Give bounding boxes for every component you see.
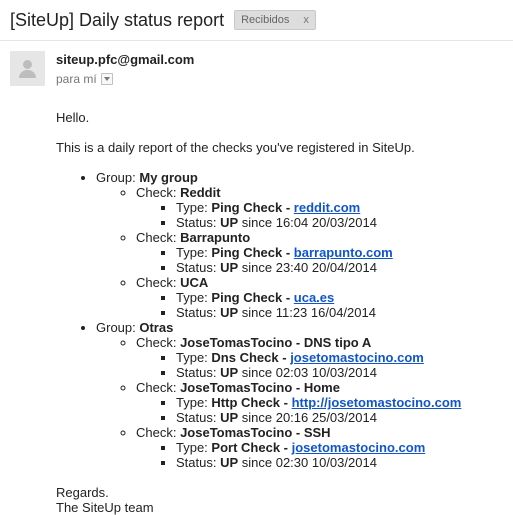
- check-name: Barrapunto: [180, 230, 251, 245]
- check-status: UP: [220, 260, 239, 275]
- check-item: Check: Barrapunto Type: Ping Check - bar…: [136, 230, 506, 275]
- recipient-text: para mí: [56, 72, 97, 86]
- recipient-row: para mí: [56, 72, 113, 86]
- check-type-line: Type: Ping Check - barrapunto.com: [176, 245, 506, 260]
- signature-text: The SiteUp team: [56, 500, 154, 515]
- check-since: 02:30 10/03/2014: [275, 455, 377, 470]
- check-status-line: Status: UP since 23:40 20/04/2014: [176, 260, 506, 275]
- check-item: Check: JoseTomasTocino - SSH Type: Port …: [136, 425, 506, 470]
- check-name: UCA: [180, 275, 209, 290]
- check-details: Type: Dns Check - josetomastocino.com St…: [136, 350, 506, 380]
- email-subject: [SiteUp] Daily status report: [10, 9, 225, 30]
- check-status-line: Status: UP since 20:16 25/03/2014: [176, 410, 506, 425]
- regards-text: Regards.: [56, 485, 109, 500]
- check-since: 23:40 20/04/2014: [275, 260, 377, 275]
- check-status-line: Status: UP since 16:04 20/03/2014: [176, 215, 506, 230]
- check-type-line: Type: Http Check - http://josetomastocin…: [176, 395, 506, 410]
- check-status: UP: [220, 365, 239, 380]
- avatar-person-icon: [23, 60, 32, 69]
- check-list: Check: Reddit Type: Ping Check - reddit.…: [96, 185, 506, 320]
- check-target-link[interactable]: barrapunto.com: [294, 245, 393, 260]
- remove-label-button[interactable]: x: [303, 14, 309, 26]
- check-target-link[interactable]: reddit.com: [294, 200, 360, 215]
- check-status-line: Status: UP since 02:30 10/03/2014: [176, 455, 506, 470]
- check-type: Dns Check: [211, 350, 279, 365]
- group-item: Group: My group Check: Reddit Type: Ping…: [96, 170, 506, 320]
- check-since: 11:23 16/04/2014: [275, 305, 376, 320]
- intro-text: This is a daily report of the checks you…: [56, 140, 415, 155]
- check-type: Ping Check: [211, 200, 283, 215]
- check-since: 16:04 20/03/2014: [275, 215, 377, 230]
- check-target-link[interactable]: josetomastocino.com: [292, 440, 426, 455]
- check-type-line: Type: Port Check - josetomastocino.com: [176, 440, 506, 455]
- group-name: My group: [139, 170, 198, 185]
- check-type-line: Type: Ping Check - uca.es: [176, 290, 506, 305]
- check-item: Check: Reddit Type: Ping Check - reddit.…: [136, 185, 506, 230]
- check-status-line: Status: UP since 02:03 10/03/2014: [176, 365, 506, 380]
- check-type: Port Check: [211, 440, 281, 455]
- check-target-link[interactable]: http://josetomastocino.com: [292, 395, 462, 410]
- check-target-link[interactable]: uca.es: [294, 290, 334, 305]
- sender-avatar[interactable]: [10, 51, 45, 86]
- email-header: [SiteUp] Daily status report Recibidos x: [10, 7, 316, 33]
- check-item: Check: JoseTomasTocino - DNS tipo A Type…: [136, 335, 506, 380]
- check-type: Ping Check: [211, 290, 283, 305]
- check-details: Type: Port Check - josetomastocino.com S…: [136, 440, 506, 470]
- check-status-line: Status: UP since 11:23 16/04/2014: [176, 305, 506, 320]
- group-name: Otras: [139, 320, 174, 335]
- check-target-link[interactable]: josetomastocino.com: [290, 350, 424, 365]
- chevron-down-icon: [103, 77, 110, 81]
- check-name: JoseTomasTocino - DNS tipo A: [180, 335, 372, 350]
- show-details-button[interactable]: [100, 73, 113, 85]
- check-item: Check: UCA Type: Ping Check - uca.es Sta…: [136, 275, 506, 320]
- check-name: Reddit: [180, 185, 221, 200]
- check-type-line: Type: Ping Check - reddit.com: [176, 200, 506, 215]
- check-list: Check: JoseTomasTocino - DNS tipo A Type…: [96, 335, 506, 470]
- check-status: UP: [220, 215, 239, 230]
- check-details: Type: Ping Check - uca.es Status: UP sin…: [136, 290, 506, 320]
- group-item: Group: Otras Check: JoseTomasTocino - DN…: [96, 320, 506, 470]
- check-status: UP: [220, 410, 239, 425]
- check-status: UP: [220, 455, 239, 470]
- check-details: Type: Ping Check - barrapunto.com Status…: [136, 245, 506, 275]
- check-since: 20:16 25/03/2014: [275, 410, 377, 425]
- email-body: Hello. This is a daily report of the che…: [56, 110, 506, 515]
- sender-address[interactable]: siteup.pfc@gmail.com: [56, 52, 194, 67]
- check-type: Ping Check: [211, 245, 283, 260]
- check-details: Type: Http Check - http://josetomastocin…: [136, 395, 506, 425]
- inbox-label-text: Recibidos: [241, 14, 290, 26]
- check-since: 02:03 10/03/2014: [275, 365, 377, 380]
- check-type: Http Check: [211, 395, 281, 410]
- check-name: JoseTomasTocino - SSH: [180, 425, 331, 440]
- group-list: Group: My group Check: Reddit Type: Ping…: [56, 170, 506, 470]
- inbox-label-chip[interactable]: Recibidos x: [234, 10, 316, 30]
- greeting: Hello.: [56, 110, 90, 125]
- check-details: Type: Ping Check - reddit.com Status: UP…: [136, 200, 506, 230]
- check-status: UP: [220, 305, 239, 320]
- check-item: Check: JoseTomasTocino - Home Type: Http…: [136, 380, 506, 425]
- header-divider: [0, 40, 513, 41]
- check-name: JoseTomasTocino - Home: [180, 380, 340, 395]
- check-type-line: Type: Dns Check - josetomastocino.com: [176, 350, 506, 365]
